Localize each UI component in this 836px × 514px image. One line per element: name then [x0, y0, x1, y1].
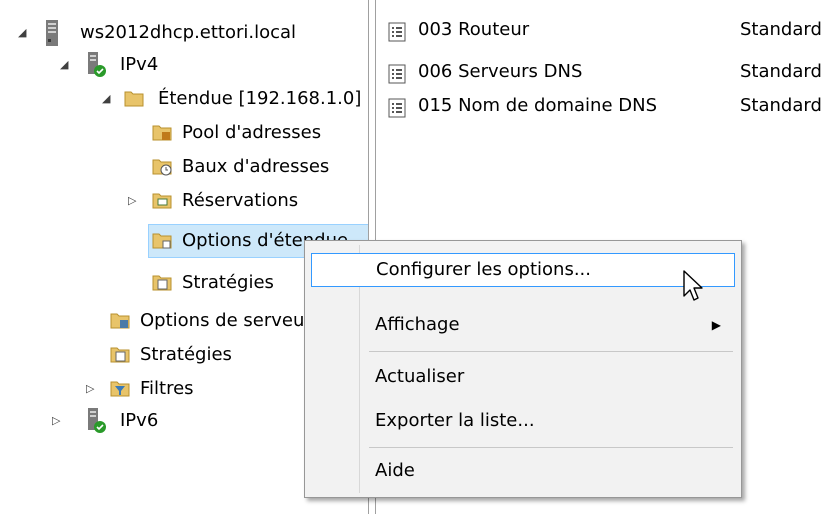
option-icon: [388, 64, 406, 84]
folder-icon: [152, 275, 172, 291]
tree-label-leases: Baux d'adresses: [182, 156, 330, 177]
folder-icon: [110, 347, 130, 363]
menu-item-label: Exporter la liste...: [375, 410, 535, 431]
menu-separator: [369, 351, 733, 352]
tree-node-pool[interactable]: Pool d'adresses: [0, 118, 368, 148]
ipv6-icon: [88, 408, 106, 433]
option-name: 015 Nom de domaine DNS: [418, 95, 657, 116]
menu-separator: [369, 447, 733, 448]
submenu-arrow-icon: ▶: [711, 318, 721, 332]
tree-node-leases[interactable]: Baux d'adresses: [0, 152, 368, 182]
menu-item-refresh[interactable]: Actualiser: [311, 361, 735, 395]
collapsed-arrow-icon[interactable]: ▷: [52, 415, 60, 426]
option-vendor: Standard: [740, 19, 822, 40]
tree-node-reservations[interactable]: ▷ Réservations: [0, 186, 368, 216]
tree-label-policies: Stratégies: [140, 344, 232, 365]
folder-icon: [152, 125, 172, 141]
menu-item-label: Aide: [375, 460, 415, 481]
menu-item-export-list[interactable]: Exporter la liste...: [311, 405, 735, 439]
expanded-arrow-icon[interactable]: ◢: [102, 93, 110, 104]
option-vendor: Standard: [740, 61, 822, 82]
filter-icon: [110, 381, 130, 397]
tree-label-ipv4: IPv4: [120, 54, 159, 75]
mouse-cursor-icon: [683, 270, 703, 301]
folder-icon: [152, 193, 172, 209]
expanded-arrow-icon[interactable]: ◢: [18, 27, 26, 38]
expanded-arrow-icon[interactable]: ◢: [60, 59, 68, 70]
tree-label-server-options: Options de serveur: [140, 310, 312, 331]
tree-label-pool: Pool d'adresses: [182, 122, 322, 143]
option-icon: [388, 22, 406, 42]
folder-icon: [152, 159, 172, 176]
option-name: 003 Routeur: [418, 19, 530, 40]
server-icon: [46, 20, 58, 46]
menu-item-label: Affichage: [375, 314, 460, 335]
option-name: 006 Serveurs DNS: [418, 61, 583, 82]
collapsed-arrow-icon[interactable]: ▷: [86, 383, 94, 394]
tree-node-scope[interactable]: ◢ Étendue [192.168.1.0]: [0, 84, 368, 114]
list-item[interactable]: 015 Nom de domaine DNS Standard: [388, 92, 836, 122]
folder-icon: [152, 233, 172, 249]
menu-item-label: Configurer les options...: [376, 259, 591, 280]
menu-item-configure-options[interactable]: Configurer les options...: [311, 253, 735, 287]
tree-node-server[interactable]: ◢ ws2012dhcp.ettori.local: [0, 18, 368, 48]
menu-item-view[interactable]: Affichage ▶: [311, 309, 735, 343]
ipv4-icon: [88, 52, 106, 77]
menu-item-help[interactable]: Aide: [311, 455, 735, 489]
option-vendor: Standard: [740, 95, 822, 116]
option-icon: [388, 98, 406, 118]
tree-label-filters: Filtres: [140, 378, 194, 399]
folder-icon: [124, 91, 144, 107]
list-item[interactable]: 003 Routeur Standard: [388, 16, 836, 46]
collapsed-arrow-icon[interactable]: ▷: [128, 195, 136, 206]
tree-label-ipv6: IPv6: [120, 410, 159, 431]
tree-node-ipv4[interactable]: ◢ IPv4: [0, 50, 368, 80]
tree-label-server: ws2012dhcp.ettori.local: [80, 22, 297, 43]
tree-label-scope: Étendue [192.168.1.0]: [158, 88, 362, 109]
menu-item-label: Actualiser: [375, 366, 465, 387]
context-menu: Configurer les options... Affichage ▶ Ac…: [304, 240, 742, 498]
list-item[interactable]: 006 Serveurs DNS Standard: [388, 58, 836, 88]
folder-icon: [110, 313, 130, 329]
tree-label-scope-policies: Stratégies: [182, 272, 274, 293]
tree-label-reservations: Réservations: [182, 190, 299, 211]
